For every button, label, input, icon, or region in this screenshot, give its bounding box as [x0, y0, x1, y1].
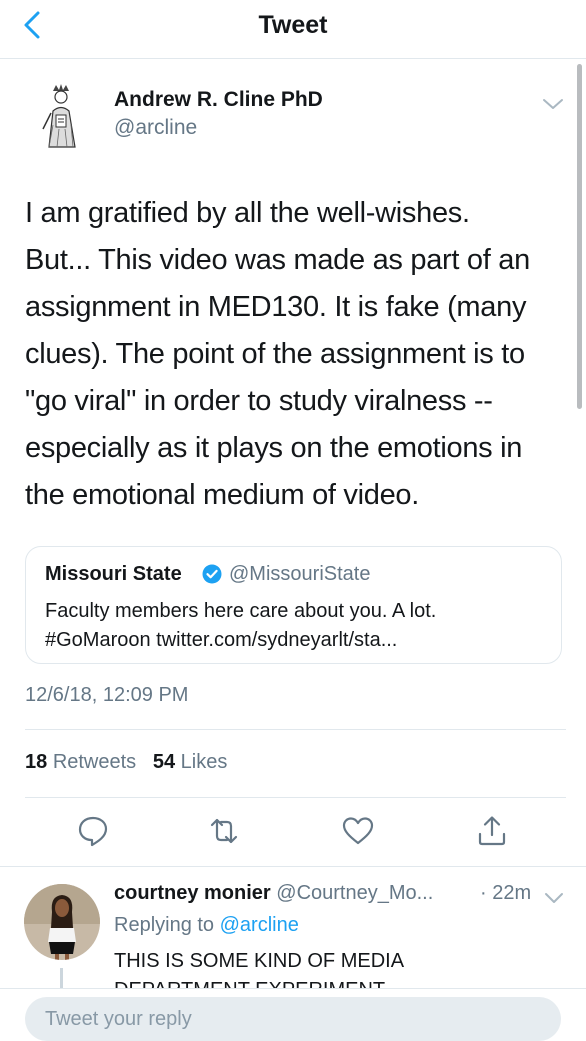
navigation-bar: Tweet	[0, 0, 586, 59]
section-divider	[0, 866, 586, 867]
replying-to-link[interactable]: @arcline	[220, 914, 299, 936]
divider	[25, 729, 566, 730]
avatar-illustration	[23, 77, 99, 153]
tweet-text-line: I am gratified by all the well-wishes.	[25, 197, 470, 229]
reply-time: · 22m	[480, 882, 532, 904]
scrollbar[interactable]	[577, 64, 582, 409]
tweet-text: I am gratified by all the well-wishes. B…	[25, 190, 575, 519]
retweets-stat[interactable]: 18 Retweets	[25, 751, 136, 773]
replying-to: Replying to @arcline	[114, 914, 299, 937]
retweets-label: Retweets	[52, 751, 137, 773]
reply-author-handle[interactable]: @Courtney_Mo...	[276, 882, 433, 904]
tweet-text-line: assignment in MED130. It is fake (many	[25, 291, 527, 323]
tweet-stats: 18 Retweets 54 Likes	[25, 751, 227, 774]
page-title: Tweet	[258, 11, 328, 39]
quoted-tweet-line: Faculty members here care about you. A l…	[45, 600, 437, 622]
reply-author-name[interactable]: courtney monier	[114, 882, 271, 904]
likes-stat[interactable]: 54 Likes	[153, 751, 228, 773]
quoted-tweet[interactable]: Missouri State @MissouriState Faculty me…	[25, 546, 562, 664]
quoted-author-name: Missouri State	[45, 563, 182, 585]
reply-avatar-photo	[24, 884, 100, 960]
likes-count: 54	[152, 751, 176, 773]
verified-badge-icon	[202, 564, 222, 584]
divider	[25, 797, 566, 798]
retweets-count: 18	[25, 751, 48, 773]
likes-label: Likes	[180, 751, 228, 773]
reply-avatar[interactable]	[24, 884, 100, 960]
replying-to-label: Replying to	[114, 914, 215, 936]
tweet-text-line: But... This video was made as part of an	[25, 244, 530, 276]
reply-header: courtney monier @Courtney_Mo...	[114, 882, 433, 905]
quoted-tweet-text: Faculty members here care about you. A l…	[45, 597, 436, 655]
tweet-text-line: "go viral" in order to study viralness -…	[25, 385, 493, 417]
chevron-down-icon[interactable]	[543, 890, 565, 906]
reply-text-line: THIS IS SOME KIND OF MEDIA	[114, 950, 405, 972]
tweet-timestamp: 12/6/18, 12:09 PM	[25, 684, 189, 706]
author-name[interactable]: Andrew R. Cline PhD	[114, 88, 323, 112]
heart-icon[interactable]	[341, 814, 375, 848]
quoted-tweet-line: #GoMaroon twitter.com/sydneyarlt/sta...	[45, 629, 398, 651]
share-icon[interactable]	[475, 814, 509, 848]
quoted-author-handle: @MissouriState	[229, 563, 371, 585]
reply-icon[interactable]	[76, 814, 110, 848]
author-handle[interactable]: @arcline	[114, 116, 197, 140]
tweet-text-line: the emotional medium of video.	[25, 479, 419, 511]
tweet-text-line: clues). The point of the assignment is t…	[25, 338, 525, 370]
chevron-down-icon[interactable]	[541, 95, 565, 113]
tweet-text-line: especially as it plays on the emotions i…	[25, 432, 523, 464]
thread-line	[60, 968, 63, 990]
avatar[interactable]	[23, 77, 99, 153]
retweet-icon[interactable]	[207, 814, 241, 848]
reply-input[interactable]	[25, 997, 561, 1041]
